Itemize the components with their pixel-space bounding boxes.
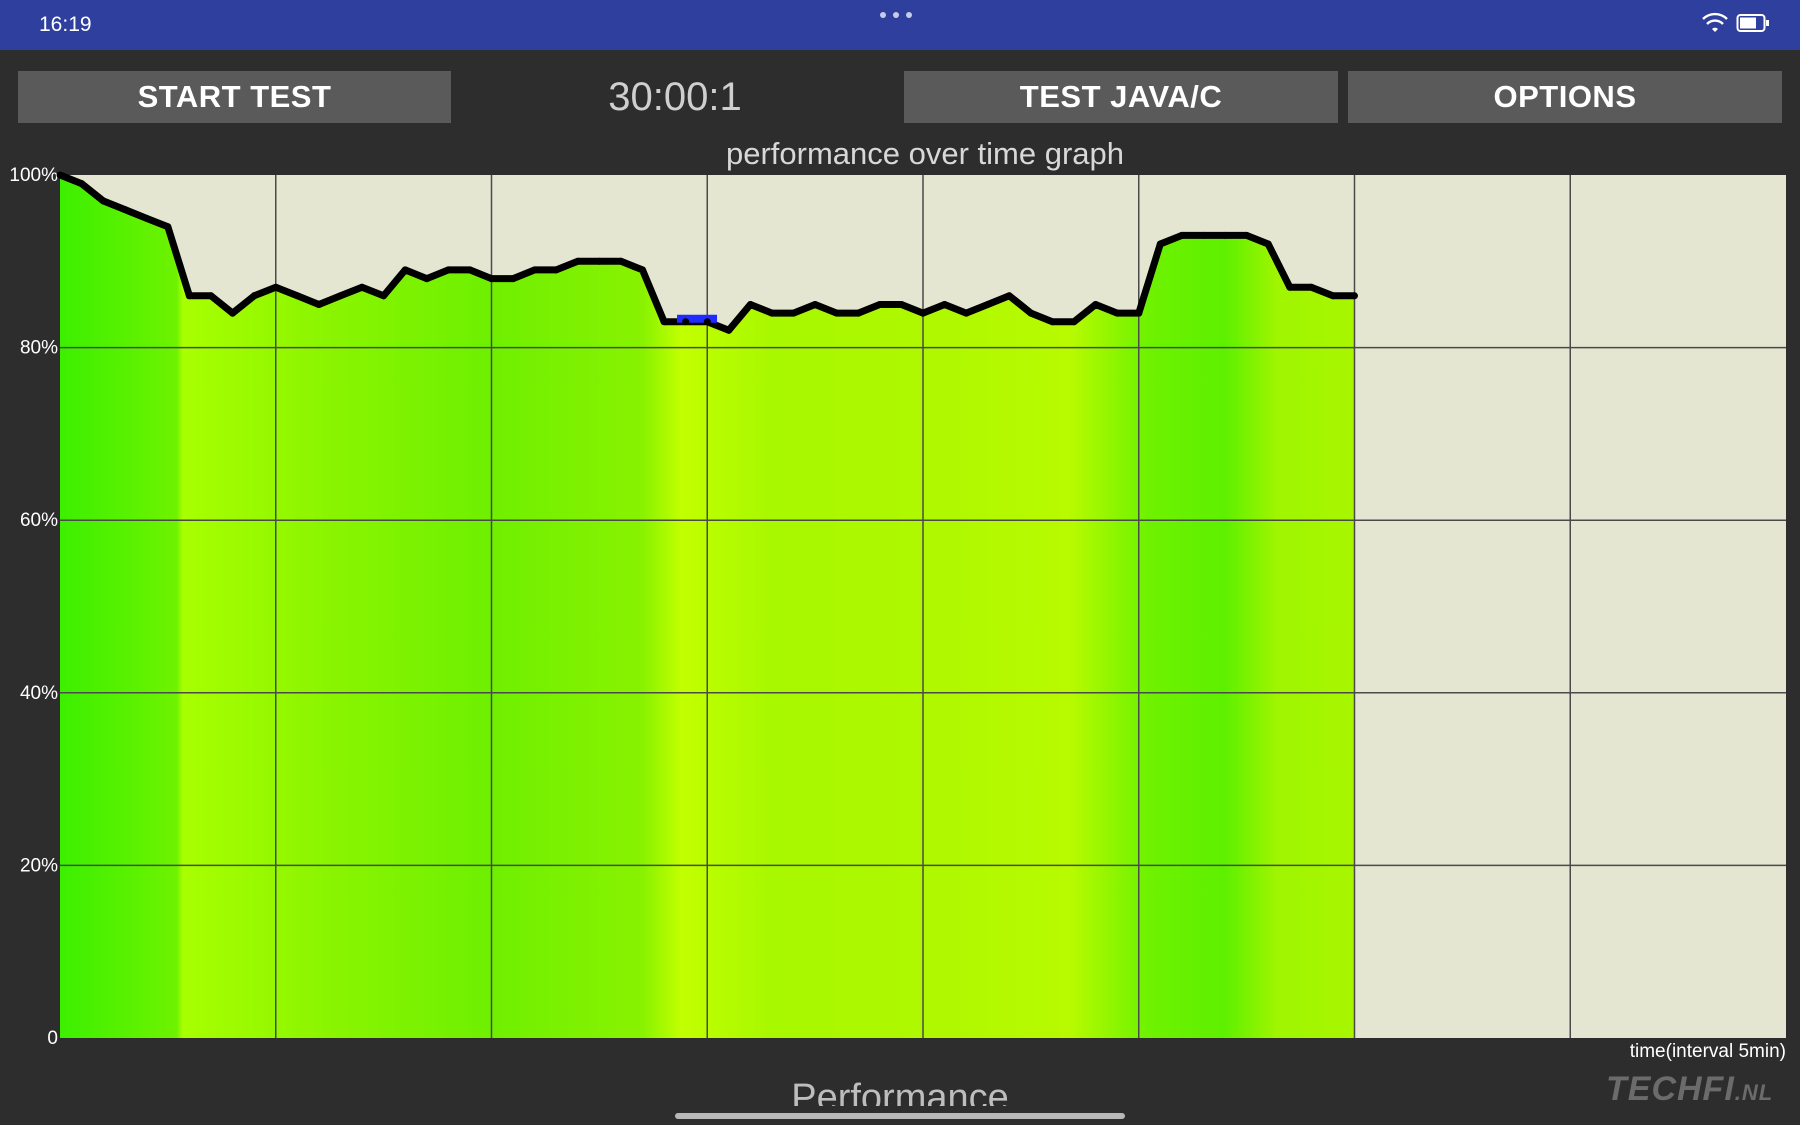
x-axis-label: time(interval 5min) xyxy=(1629,1041,1786,1062)
data-point xyxy=(1027,309,1035,317)
home-indicator[interactable] xyxy=(675,1113,1125,1119)
data-point xyxy=(639,266,646,274)
data-point xyxy=(488,275,495,283)
wifi-icon xyxy=(1702,12,1728,32)
data-point xyxy=(531,266,539,274)
status-time: 16:19 xyxy=(39,13,92,36)
battery-icon xyxy=(1736,14,1769,32)
y-tick-label: 60% xyxy=(20,510,58,531)
data-point xyxy=(337,292,344,300)
data-point xyxy=(142,214,150,222)
data-point xyxy=(833,309,841,317)
test-java-c-button[interactable]: TEST JAVA/C xyxy=(904,71,1338,123)
data-point xyxy=(1307,283,1315,291)
data-point xyxy=(229,309,237,317)
status-bar: 16:19 xyxy=(0,0,1800,50)
data-point xyxy=(1113,309,1121,317)
data-point xyxy=(1221,231,1229,239)
data-point xyxy=(1135,309,1143,317)
data-point xyxy=(99,197,107,205)
data-point xyxy=(207,292,215,300)
data-point xyxy=(164,223,172,231)
data-point xyxy=(725,326,733,334)
data-point xyxy=(1092,301,1100,308)
data-point xyxy=(876,301,884,308)
performance-label: Performance xyxy=(791,1077,1009,1106)
data-point xyxy=(1264,240,1272,248)
data-point xyxy=(811,301,819,308)
data-point xyxy=(1178,231,1186,239)
start-test-button[interactable]: START TEST xyxy=(18,71,451,123)
data-point xyxy=(1200,231,1207,239)
data-point xyxy=(401,266,409,274)
data-point xyxy=(56,171,64,179)
data-point xyxy=(78,180,86,188)
data-point xyxy=(423,275,431,283)
y-tick-label: 100% xyxy=(9,165,58,186)
data-point xyxy=(1156,240,1164,248)
data-point xyxy=(962,309,970,317)
data-point xyxy=(854,309,862,317)
data-point xyxy=(358,283,366,291)
status-icons xyxy=(1702,12,1770,34)
data-point xyxy=(703,318,711,326)
data-point xyxy=(272,283,280,291)
data-point xyxy=(617,257,625,265)
data-point xyxy=(595,257,603,265)
data-point xyxy=(552,266,560,274)
data-point xyxy=(790,309,797,317)
performance-chart: 0 20% 40% 60% 80% 100% xyxy=(9,165,1786,1049)
data-point xyxy=(444,266,452,274)
data-point xyxy=(1351,292,1358,300)
data-point xyxy=(897,301,905,308)
data-point xyxy=(1286,283,1294,291)
data-point xyxy=(682,318,690,326)
data-point xyxy=(1005,292,1013,300)
data-point xyxy=(250,292,258,300)
data-point xyxy=(1243,231,1251,239)
data-point xyxy=(1048,318,1056,326)
data-point xyxy=(746,301,754,308)
watermark-logo: TECHFI.NL xyxy=(1606,1070,1774,1108)
data-point xyxy=(984,301,992,308)
data-point xyxy=(185,292,193,300)
data-point xyxy=(509,275,517,283)
data-point xyxy=(1070,318,1078,326)
data-point xyxy=(941,301,949,308)
data-point xyxy=(121,206,129,213)
data-point xyxy=(315,301,323,308)
y-tick-label: 40% xyxy=(20,683,58,704)
data-point xyxy=(574,257,582,265)
data-point xyxy=(380,292,388,300)
data-point xyxy=(919,309,927,317)
test-timer: 30:00:1 xyxy=(608,75,742,119)
y-tick-label: 0 xyxy=(47,1028,58,1049)
data-point xyxy=(1329,292,1337,300)
data-point xyxy=(768,309,776,317)
data-point xyxy=(660,318,668,326)
data-point xyxy=(293,292,301,300)
more-dots-icon[interactable] xyxy=(880,12,912,18)
y-tick-label: 80% xyxy=(20,338,58,359)
data-point xyxy=(466,266,474,274)
y-tick-label: 20% xyxy=(20,855,58,876)
options-button[interactable]: OPTIONS xyxy=(1348,71,1782,123)
